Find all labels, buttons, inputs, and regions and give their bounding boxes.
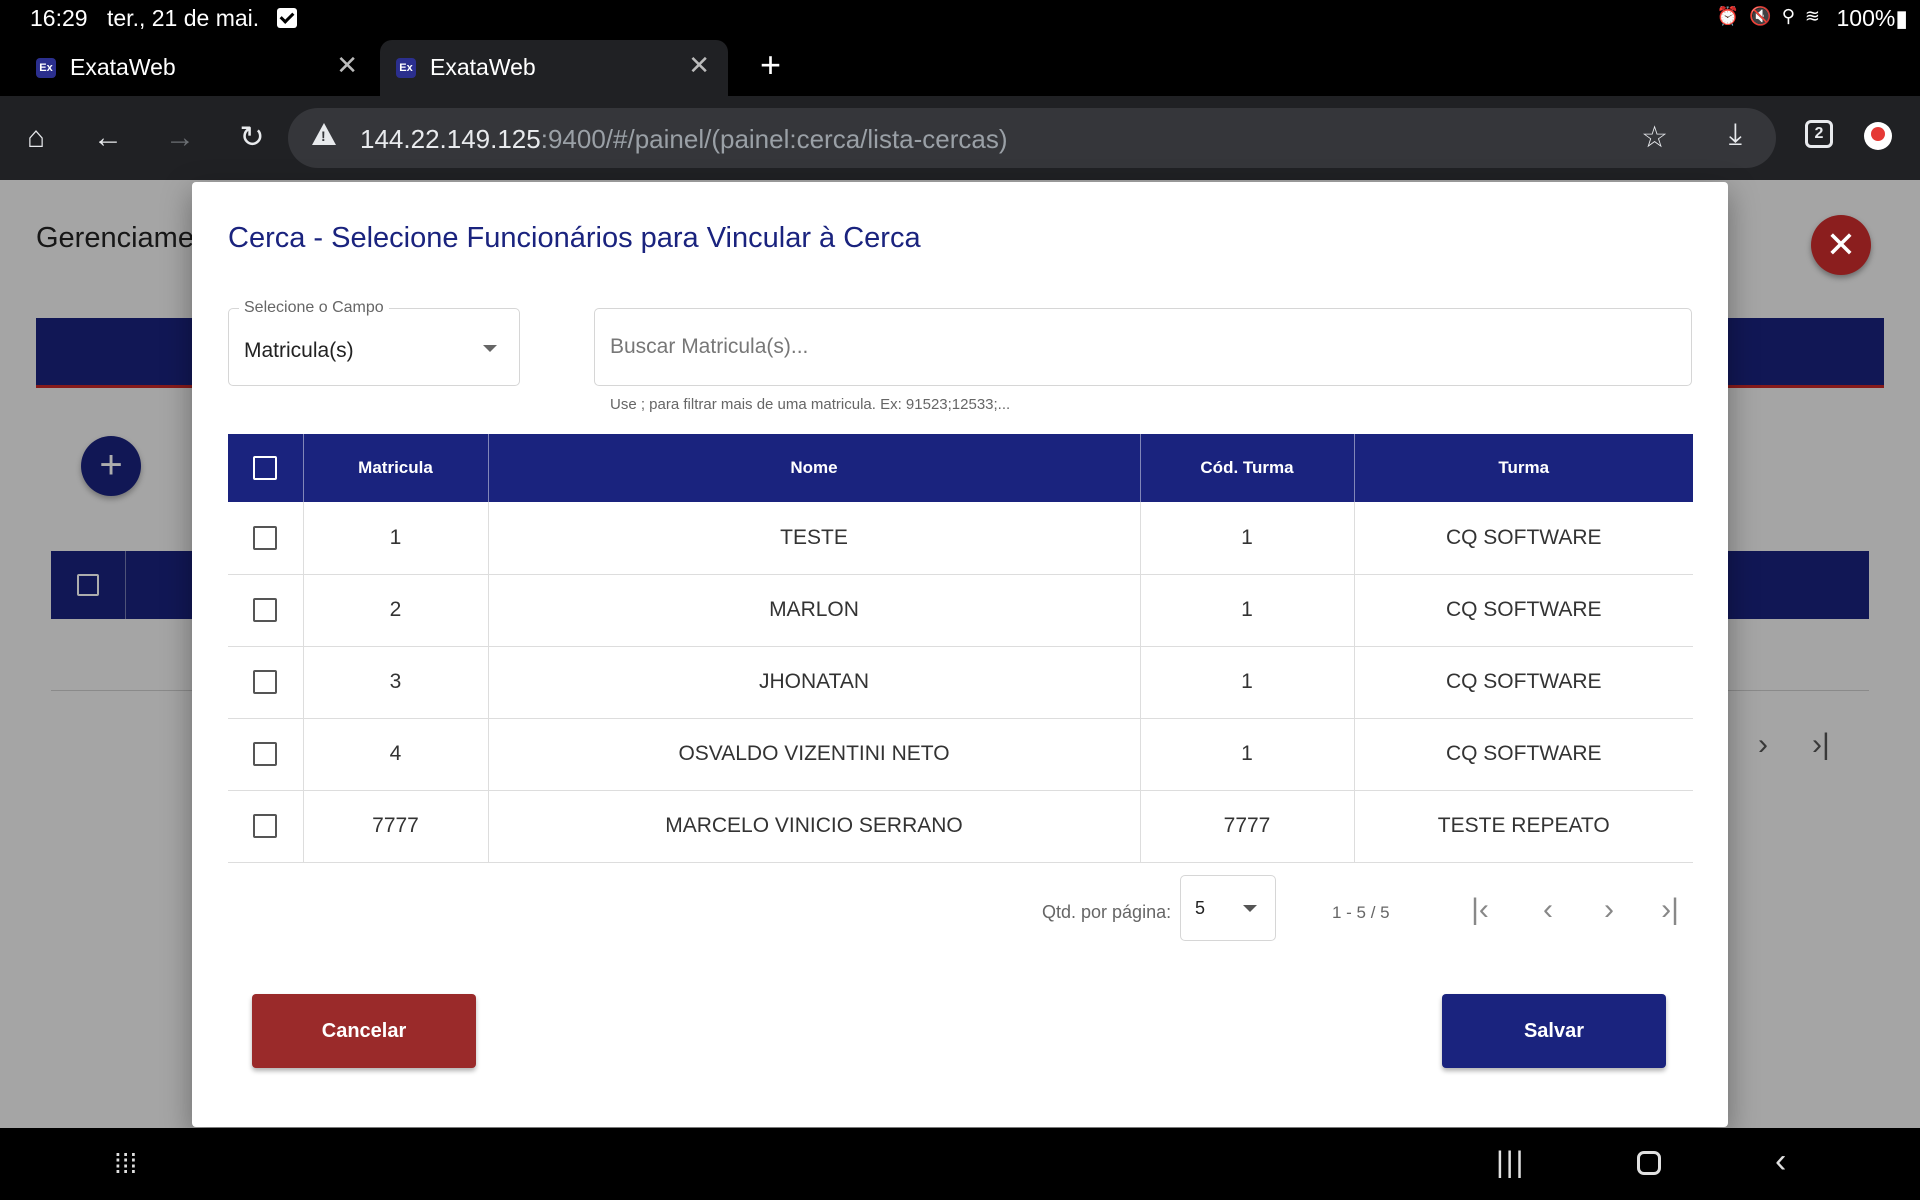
chevron-down-icon (1243, 905, 1257, 912)
not-secure-warning-icon[interactable] (312, 123, 336, 145)
status-time: 16:29 (30, 5, 88, 31)
cell-matricula: 3 (303, 646, 489, 719)
employee-table: Matricula Nome Cód. Turma Turma 1 TESTE … (228, 434, 1693, 863)
favicon-icon: Ex (396, 58, 416, 78)
chevron-down-icon (483, 345, 497, 352)
close-tab-icon[interactable]: ✕ (336, 50, 358, 81)
search-input[interactable] (594, 308, 1692, 386)
column-header-cod-turma[interactable]: Cód. Turma (1140, 434, 1355, 502)
bookmark-star-icon[interactable]: ☆ (1641, 120, 1668, 155)
close-tab-icon[interactable]: ✕ (688, 50, 710, 81)
tab-strip: Ex ExataWeb ✕ Ex ExataWeb ✕ + (0, 36, 1920, 96)
cell-nome: JHONATAN (488, 646, 1141, 719)
alarm-icon: ⏰ (1716, 6, 1740, 26)
page-size-select[interactable]: 5 (1180, 875, 1276, 941)
browser-tab-active[interactable]: Ex ExataWeb ✕ (380, 40, 728, 96)
cell-turma: CQ SOFTWARE (1354, 502, 1693, 575)
search-hint: Use ; para filtrar mais de uma matricula… (610, 396, 1011, 413)
location-icon: ⚲ (1781, 6, 1795, 26)
download-icon[interactable]: ⤓ (1729, 118, 1742, 152)
back-icon[interactable]: ← (86, 116, 130, 160)
browser-toolbar: ⌂ ← → ↻ 144.22.149.125:9400/#/painel/(pa… (0, 96, 1920, 180)
status-date: ter., 21 de mai. (107, 5, 260, 31)
dialog-title: Cerca - Selecione Funcionários para Vinc… (228, 222, 921, 254)
cell-turma: TESTE REPEATO (1354, 790, 1693, 863)
cell-turma: CQ SOFTWARE (1354, 646, 1693, 719)
recents-icon[interactable]: ||| (1496, 1146, 1525, 1180)
system-nav-bar: ⁞⁞⁞ ||| ‹ (0, 1128, 1920, 1200)
cell-cod-turma: 1 (1140, 718, 1355, 791)
row-checkbox[interactable] (253, 670, 278, 695)
table-row[interactable]: 7777 MARCELO VINICIO SERRANO 7777 TESTE … (228, 790, 1693, 863)
cell-turma: CQ SOFTWARE (1354, 574, 1693, 647)
reload-icon[interactable]: ↻ (230, 116, 274, 160)
tab-title: ExataWeb (430, 54, 536, 80)
apps-grid-icon[interactable]: ⁞⁞⁞ (114, 1148, 137, 1180)
status-icons: ⏰ 🔇 ⚲ ≋ (1717, 6, 1820, 27)
browser-tab[interactable]: Ex ExataWeb ✕ (20, 40, 376, 96)
column-header-turma[interactable]: Turma (1354, 434, 1693, 502)
wifi-icon: ≋ (1804, 6, 1820, 26)
field-select-label: Selecione o Campo (239, 299, 389, 317)
previous-page-icon[interactable]: ‹ (1526, 888, 1570, 932)
field-select[interactable]: Selecione o Campo Matricula(s) (228, 299, 520, 386)
page-size-label: Qtd. por página: (1042, 902, 1172, 922)
tab-title: ExataWeb (70, 54, 176, 80)
page-range: 1 - 5 / 5 (1332, 903, 1390, 922)
cell-matricula: 2 (303, 574, 489, 647)
close-modal-button[interactable]: ✕ (1811, 215, 1871, 275)
select-all-checkbox[interactable] (253, 456, 278, 480)
cell-cod-turma: 1 (1140, 502, 1355, 575)
cell-matricula: 1 (303, 502, 489, 575)
row-checkbox[interactable] (253, 525, 278, 550)
url-text[interactable]: 144.22.149.125:9400/#/painel/(painel:cer… (360, 124, 1008, 155)
cell-matricula: 7777 (303, 790, 489, 863)
cell-cod-turma: 1 (1140, 574, 1355, 647)
cell-nome: TESTE (488, 502, 1141, 575)
table-row[interactable]: 1 TESTE 1 CQ SOFTWARE (228, 502, 1693, 575)
cancel-button[interactable]: Cancelar (252, 994, 476, 1068)
select-all-header (228, 434, 304, 502)
home-button-icon[interactable] (1637, 1151, 1661, 1175)
employee-select-dialog: Cerca - Selecione Funcionários para Vinc… (192, 182, 1728, 1127)
column-header-nome[interactable]: Nome (488, 434, 1141, 502)
column-header-matricula[interactable]: Matricula (303, 434, 489, 502)
page-size-value: 5 (1195, 898, 1206, 918)
forward-icon[interactable]: → (158, 116, 202, 160)
battery-level: 100%▮ (1836, 5, 1909, 31)
home-icon[interactable]: ⌂ (14, 116, 58, 160)
checkbox-notification-icon (277, 8, 297, 28)
last-page-icon[interactable]: ›| (1648, 888, 1692, 932)
favicon-icon: Ex (36, 58, 56, 78)
save-button[interactable]: Salvar (1442, 994, 1666, 1068)
cell-turma: CQ SOFTWARE (1354, 718, 1693, 791)
table-row[interactable]: 3 JHONATAN 1 CQ SOFTWARE (228, 646, 1693, 719)
cell-matricula: 4 (303, 718, 489, 791)
cell-nome: MARLON (488, 574, 1141, 647)
profile-icon[interactable] (1864, 122, 1892, 150)
status-bar: 16:29 ter., 21 de mai. ⏰ 🔇 ⚲ ≋ 100%▮ (0, 0, 1920, 36)
row-checkbox[interactable] (253, 814, 278, 839)
cell-cod-turma: 7777 (1140, 790, 1355, 863)
tab-switcher-button[interactable]: 2 (1805, 120, 1833, 148)
mute-icon: 🔇 (1749, 6, 1772, 26)
row-checkbox[interactable] (253, 742, 278, 767)
next-page-icon[interactable]: › (1587, 888, 1631, 932)
table-row[interactable]: 4 OSVALDO VIZENTINI NETO 1 CQ SOFTWARE (228, 718, 1693, 791)
back-nav-icon[interactable]: ‹ (1775, 1142, 1786, 1181)
cell-nome: OSVALDO VIZENTINI NETO (488, 718, 1141, 791)
first-page-icon[interactable]: |‹ (1458, 888, 1502, 932)
field-select-value: Matricula(s) (244, 339, 354, 362)
row-checkbox[interactable] (253, 598, 278, 623)
cell-cod-turma: 1 (1140, 646, 1355, 719)
new-tab-icon[interactable]: + (760, 44, 781, 86)
table-row[interactable]: 2 MARLON 1 CQ SOFTWARE (228, 574, 1693, 647)
cell-nome: MARCELO VINICIO SERRANO (488, 790, 1141, 863)
address-bar[interactable]: 144.22.149.125:9400/#/painel/(painel:cer… (288, 108, 1776, 168)
